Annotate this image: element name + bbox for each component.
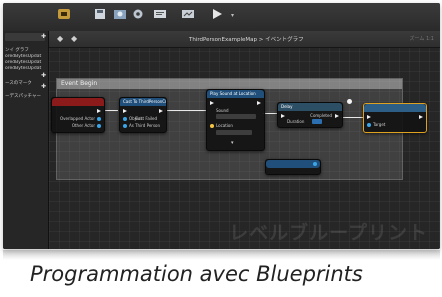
breadcrumb[interactable]: ThirdPersonExampleMap > イベントグラフ bbox=[189, 35, 304, 43]
object-pin[interactable] bbox=[313, 162, 317, 166]
exec-out-pin[interactable] bbox=[97, 109, 101, 113]
save-button[interactable] bbox=[89, 6, 111, 28]
play-button[interactable] bbox=[206, 6, 228, 28]
play-sound-node[interactable]: Play Sound at Location Sound Location ▾ bbox=[206, 89, 265, 151]
delay-node[interactable]: Delay Duration Completed bbox=[277, 102, 343, 128]
list-item[interactable]: oredBytesUpdat bbox=[5, 66, 47, 71]
exec-out-pin[interactable] bbox=[419, 115, 423, 119]
graph-header: ◆ ◆ ThirdPersonExampleMap > イベントグラフ ズーム … bbox=[49, 31, 440, 48]
exec-wire bbox=[263, 113, 277, 114]
class-settings-button[interactable] bbox=[127, 6, 149, 28]
class-settings-icon bbox=[133, 9, 143, 19]
set-target-node[interactable]: Target bbox=[363, 103, 427, 133]
list-item[interactable]: ーデスパッチャー bbox=[5, 93, 47, 99]
object-pin[interactable] bbox=[97, 124, 101, 128]
object-pin[interactable] bbox=[97, 117, 101, 121]
comment-title-bar[interactable]: Event Begin bbox=[57, 79, 402, 89]
object-pin[interactable] bbox=[367, 123, 371, 127]
class-defaults-icon bbox=[154, 10, 166, 18]
exec-in-pin[interactable] bbox=[123, 109, 127, 113]
find-in-content-icon bbox=[114, 10, 126, 19]
my-blueprint-panel: ✚ ンイ グラフ oredBytesUpdat oredBytesUpdat o… bbox=[3, 31, 49, 249]
add-icon[interactable]: ✚ bbox=[41, 33, 46, 40]
back-arrow-icon[interactable]: ◆ bbox=[57, 34, 63, 43]
exec-in-pin[interactable] bbox=[210, 101, 214, 105]
caption: Programmation avec Blueprints bbox=[30, 262, 363, 286]
duration-field[interactable] bbox=[312, 119, 322, 124]
list-item[interactable]: oredBytesUpdat bbox=[5, 54, 47, 59]
save-icon bbox=[95, 9, 105, 19]
simulation-icon bbox=[182, 10, 194, 18]
object-pin[interactable] bbox=[123, 117, 127, 121]
object-pin[interactable] bbox=[123, 124, 127, 128]
graph-watermark: レベルブループリント bbox=[229, 222, 428, 244]
exec-out-pin[interactable] bbox=[159, 109, 163, 113]
panel-tab[interactable] bbox=[5, 33, 45, 41]
exec-wire bbox=[104, 110, 118, 111]
event-graph[interactable]: ◆ ◆ ThirdPersonExampleMap > イベントグラフ ズーム … bbox=[49, 31, 440, 249]
simulation-button[interactable] bbox=[177, 6, 199, 28]
exec-in-pin[interactable] bbox=[367, 115, 371, 119]
location-field[interactable] bbox=[216, 130, 252, 135]
exec-out-pin[interactable] bbox=[257, 101, 261, 105]
reference-node[interactable] bbox=[265, 159, 321, 175]
exec-wire bbox=[164, 110, 206, 111]
sound-asset-field[interactable] bbox=[216, 114, 256, 119]
play-icon bbox=[213, 9, 222, 19]
forward-arrow-icon[interactable]: ◆ bbox=[71, 34, 77, 43]
exec-out-pin[interactable] bbox=[335, 114, 339, 118]
cast-node[interactable]: Cast To ThirdPersonCharacter Object Cast… bbox=[119, 97, 167, 133]
blueprint-icon bbox=[58, 9, 70, 19]
overlap-event-node[interactable]: Overlapped Actor Other Actor bbox=[51, 97, 105, 133]
expand-chevron-icon[interactable]: ▾ bbox=[231, 140, 234, 146]
list-item[interactable]: oredBytesUpdat bbox=[5, 60, 47, 65]
play-options-dropdown[interactable]: ▾ bbox=[231, 12, 234, 19]
exec-in-pin[interactable] bbox=[281, 114, 285, 118]
zoom-level: ズーム 1:1 bbox=[409, 36, 435, 42]
comment-title: Event Begin bbox=[61, 80, 98, 87]
exec-wire bbox=[341, 117, 363, 118]
add-icon[interactable]: ✚ bbox=[41, 83, 46, 90]
info-marker-icon bbox=[347, 99, 352, 104]
vector-pin[interactable] bbox=[210, 124, 214, 128]
editor-screenshot: ▾ ✚ ンイ グラフ oredBytesUpdat oredBytesUpdat… bbox=[3, 3, 440, 249]
list-item[interactable]: ンイ グラフ bbox=[5, 47, 47, 53]
add-icon[interactable]: ✚ bbox=[41, 72, 46, 79]
blueprint-button[interactable] bbox=[53, 6, 75, 28]
class-defaults-button[interactable] bbox=[149, 6, 171, 28]
screenshot-reflection bbox=[3, 250, 440, 260]
toolbar: ▾ bbox=[3, 3, 440, 32]
